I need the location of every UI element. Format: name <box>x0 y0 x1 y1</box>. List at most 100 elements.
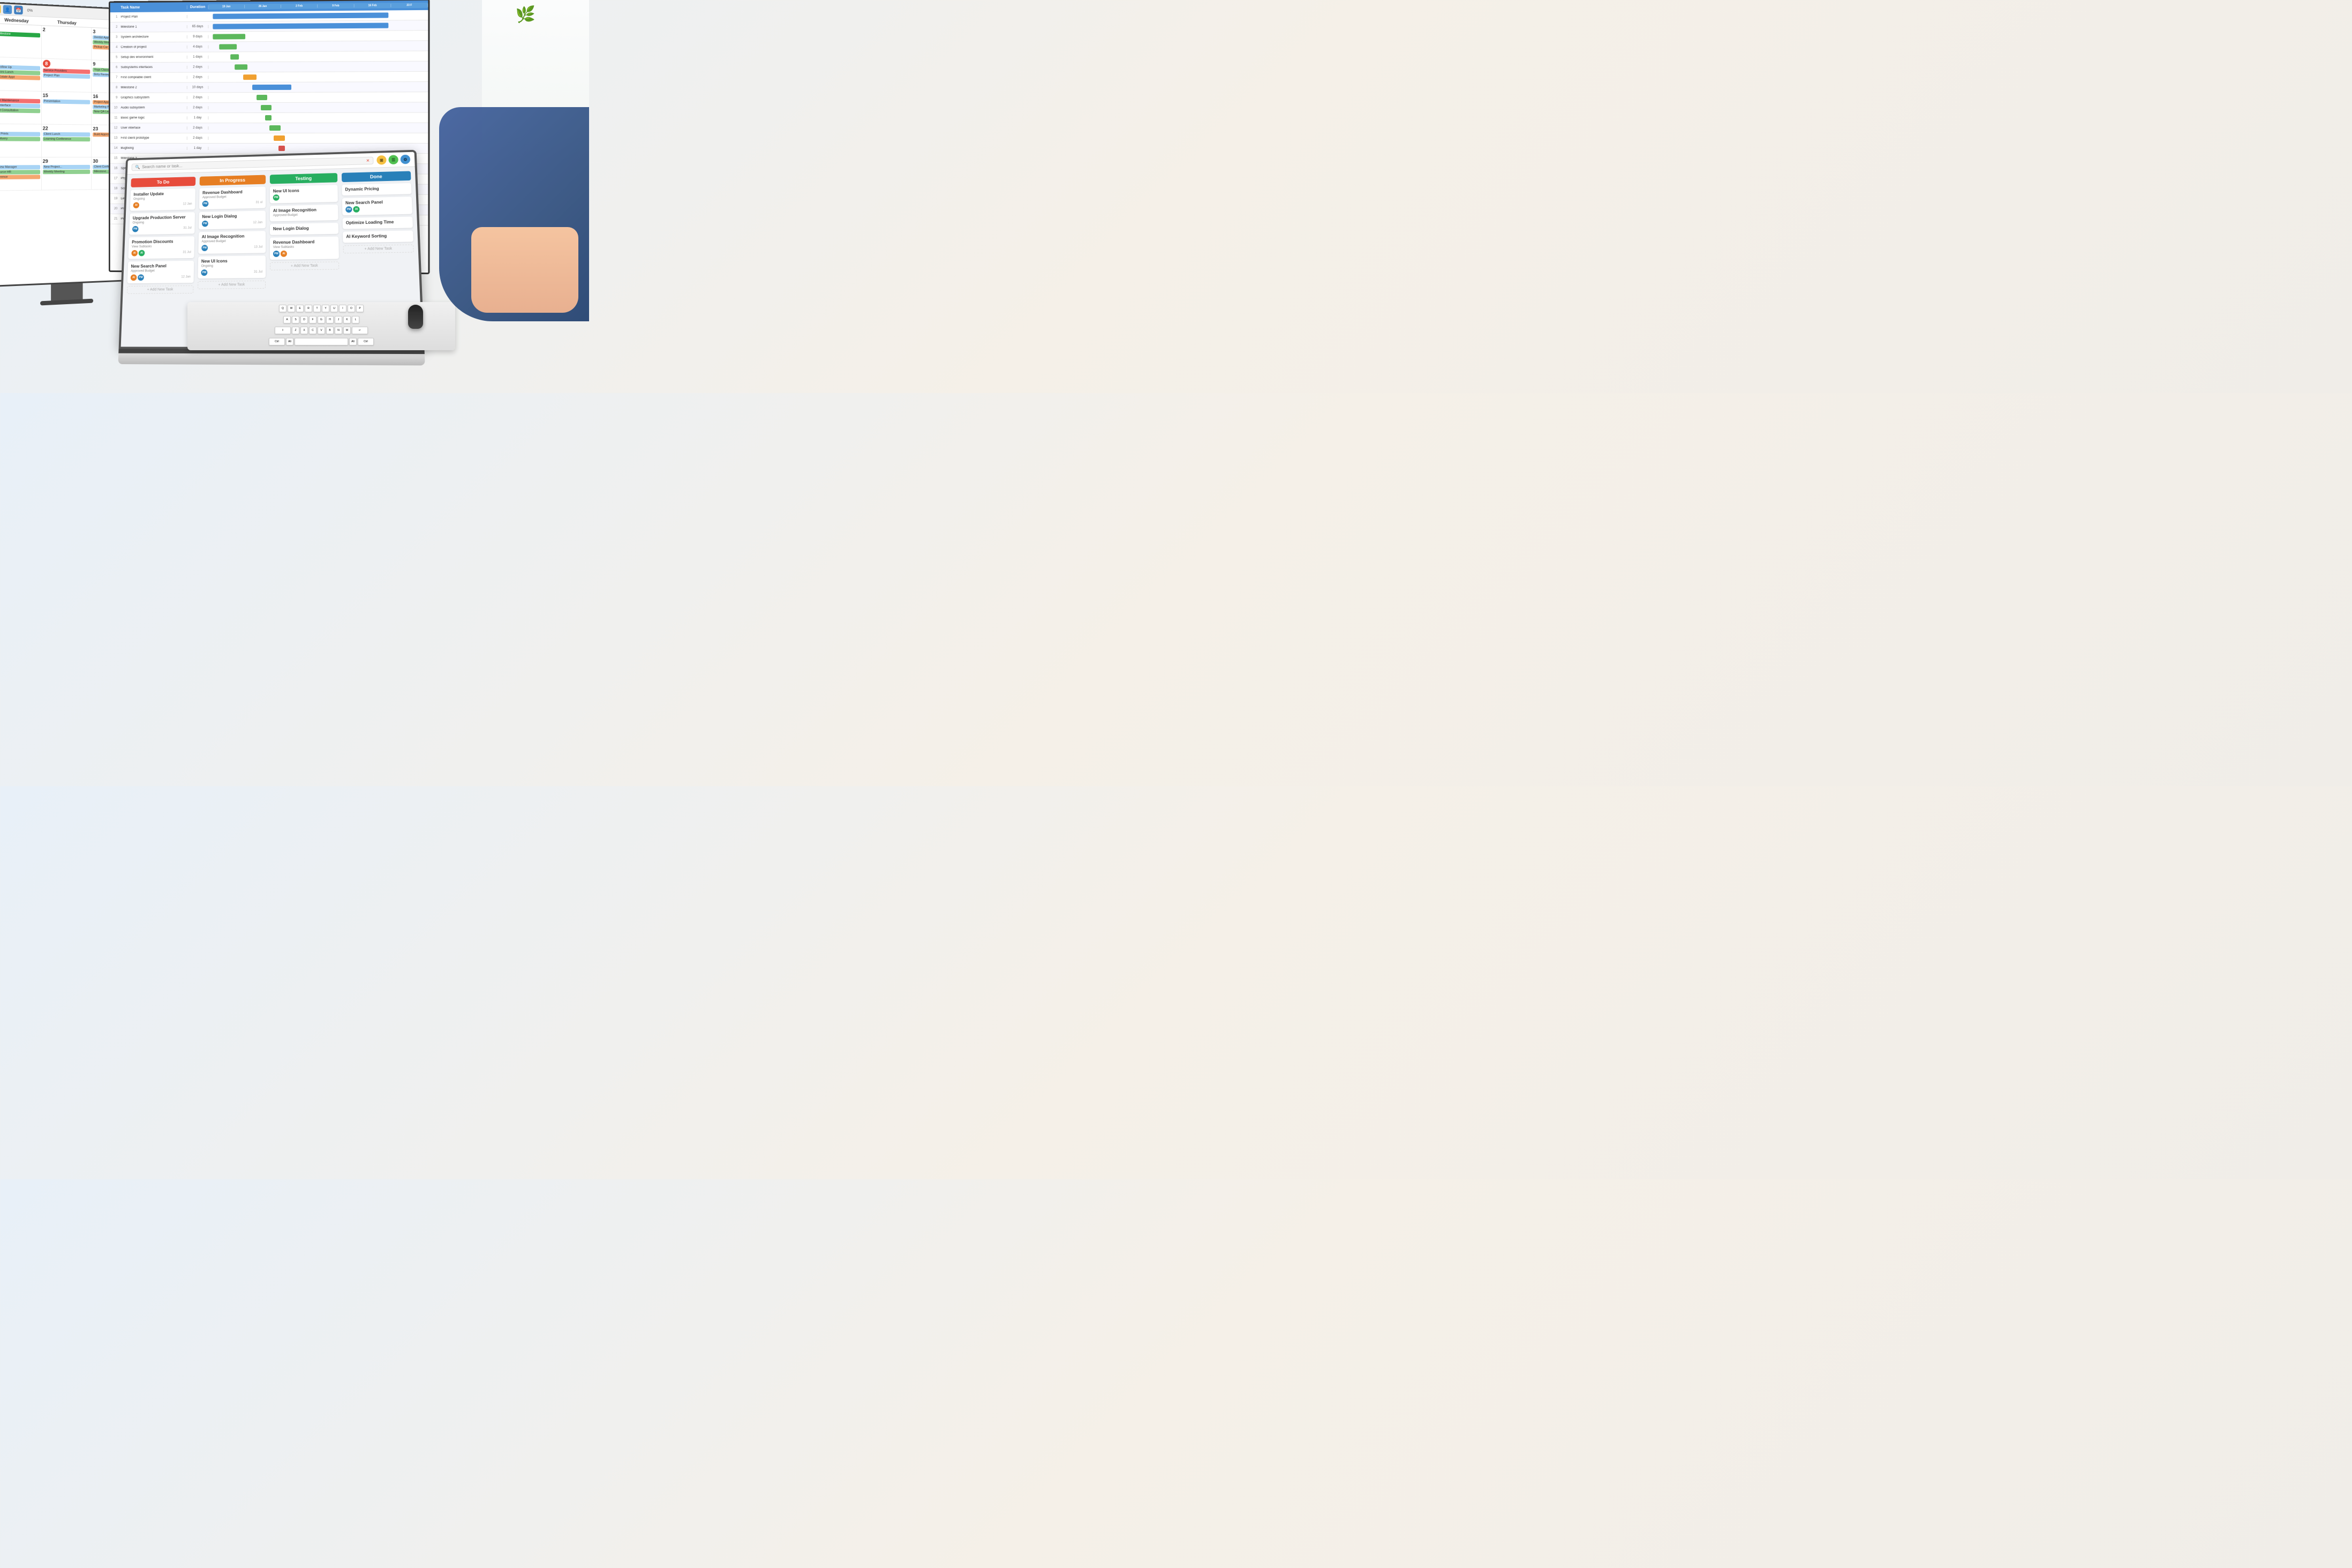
card-subtitle-ai-image-ip: Approved Budget <box>201 239 262 244</box>
cal-date-28: 28 <box>0 159 40 164</box>
key-c[interactable]: C <box>309 327 316 334</box>
avatar-pm3: PM <box>138 274 144 281</box>
avatar-pm-rev-test: PM <box>273 251 280 257</box>
add-task-testing[interactable]: + Add New Task <box>270 261 339 270</box>
key-ctrl[interactable]: Ctrl <box>269 338 285 345</box>
card-footer-promotion: AI AI 31 Jul <box>131 249 191 256</box>
gantt-row-num-3: 3 <box>110 36 119 39</box>
card-avatars-ui-ip: PM <box>201 269 207 276</box>
gantt-row-name-12: User interface <box>118 126 187 130</box>
computer-mouse[interactable] <box>408 305 423 329</box>
key-x[interactable]: X <box>300 327 308 334</box>
key-a[interactable]: A <box>283 316 291 323</box>
card-avatars-ai-ip: PM <box>201 245 208 251</box>
keyboard-row-4: Ctrl Alt Alt Ctrl <box>190 338 453 348</box>
key-l[interactable]: L <box>352 316 359 323</box>
add-task-done[interactable]: + Add New Task <box>343 244 414 253</box>
key-d[interactable]: D <box>300 316 308 323</box>
card-subtitle-upgrade: Ongoing <box>132 220 192 224</box>
card-date-installer: 12 Jan <box>183 202 192 206</box>
avatar-ai1: AI <box>131 250 138 257</box>
gantt-row-num-13: 13 <box>110 137 119 140</box>
cal-date-2: 2 <box>43 27 91 34</box>
cal-cell-8: 8 Service Providers Project Plan <box>42 59 92 92</box>
gantt-bar-14 <box>278 146 285 151</box>
card-subtitle-revenue: Approved Budget <box>202 195 262 199</box>
key-e[interactable]: E <box>296 305 304 312</box>
kanban-card-login-test: New Login Dialog <box>270 223 338 235</box>
cal-icon: 📅 <box>14 5 22 14</box>
card-avatars-revenue: PM <box>202 201 209 207</box>
key-q[interactable]: Q <box>279 305 287 312</box>
key-h[interactable]: H <box>326 316 334 323</box>
gantt-row-name-2: Milestone 1 <box>118 25 187 29</box>
key-y[interactable]: Y <box>322 305 329 312</box>
kanban-card-optimize: Optimize Loading Time <box>343 217 413 229</box>
gantt-row-chart-10 <box>208 102 428 112</box>
kanban-card-ai-keyword: AI Keyword Sorting <box>343 230 413 243</box>
card-title-search-done: New Search Panel <box>345 199 409 205</box>
cal-cell-1: 1 New Milestone <box>0 24 42 58</box>
cal-date-21: 21 <box>0 125 40 131</box>
key-b[interactable]: B <box>326 327 334 334</box>
key-o[interactable]: O <box>348 305 355 312</box>
card-footer-ui-icons-ip: PM 31 Jul <box>201 269 262 276</box>
key-g[interactable]: G <box>318 316 325 323</box>
gantt-row-num-1: 1 <box>110 16 119 19</box>
gantt-row-dur-5: 1 days <box>187 56 209 59</box>
gantt-row-chart-9 <box>208 92 428 102</box>
key-i[interactable]: I <box>339 305 346 312</box>
card-date-search: 12 Jan <box>181 275 191 278</box>
date-label-4: 9 Feb <box>318 4 354 8</box>
card-footer-search-done: PM AI <box>345 205 409 213</box>
key-u[interactable]: U <box>330 305 338 312</box>
kanban-card-login-dialog: New Login Dialog PM 12 Jan <box>199 210 266 229</box>
clock-icon: 🕐 <box>0 4 1 13</box>
key-enter[interactable]: ↵ <box>352 327 368 334</box>
key-w[interactable]: W <box>288 305 295 312</box>
key-alt[interactable]: Alt <box>286 338 293 345</box>
key-alt-r[interactable]: Alt <box>349 338 357 345</box>
key-v[interactable]: V <box>318 327 325 334</box>
gantt-task-row-11: 11Basic game logic1 day <box>110 112 428 123</box>
avatar-pm-test: PM <box>273 194 280 201</box>
key-k[interactable]: K <box>343 316 351 323</box>
key-ctrl-r[interactable]: Ctrl <box>358 338 374 345</box>
gantt-chart-area-header: 19 Jan 26 Jan 2 Feb 9 Feb 16 Feb 23 F <box>208 3 428 10</box>
key-j[interactable]: J <box>335 316 342 323</box>
cal-cell-29: 29 New Project... Weekly Meeting <box>42 157 92 190</box>
key-n[interactable]: N <box>335 327 342 334</box>
key-m[interactable]: M <box>343 327 351 334</box>
card-title-optimize: Optimize Loading Time <box>346 220 410 225</box>
toolbar-icon-2[interactable]: ☰ <box>388 155 398 164</box>
card-date-upgrade: 31 Jul <box>183 227 192 230</box>
avatar-ai-rev-test: AI <box>281 251 287 257</box>
gantt-row-chart-13 <box>208 133 428 143</box>
key-r[interactable]: R <box>305 305 312 312</box>
gantt-row-num-7: 7 <box>110 76 119 79</box>
kanban-toolbar-icons: ⊞ ☰ ⚙ <box>376 155 410 165</box>
cal-event-order-prints: Order Prints <box>0 132 40 137</box>
key-f[interactable]: F <box>309 316 316 323</box>
close-icon[interactable]: ✕ <box>366 158 370 163</box>
add-task-inprogress[interactable]: + Add New Task <box>198 281 266 289</box>
add-task-todo[interactable]: + Add New Task <box>127 285 193 294</box>
key-p[interactable]: P <box>356 305 364 312</box>
toolbar-icon-3[interactable]: ⚙ <box>400 155 410 164</box>
key-s[interactable]: S <box>292 316 299 323</box>
key-z[interactable]: Z <box>292 327 299 334</box>
gantt-task-row-8: 8Milestone 210 days <box>110 82 428 93</box>
avatar-pm-ui: PM <box>201 269 207 276</box>
gantt-row-name-14: Bugfixing <box>118 147 187 150</box>
card-footer-ui-icons-test: PM <box>273 193 335 201</box>
toolbar-icon-1[interactable]: ⊞ <box>376 155 387 165</box>
kanban-card-ai-image-test: AI Image Recognition Approved Budget <box>270 205 338 222</box>
gantt-row-name-9: Graphics subsystem <box>118 96 187 99</box>
key-shift[interactable]: ⇧ <box>275 327 291 334</box>
key-space[interactable] <box>295 338 348 345</box>
key-t[interactable]: T <box>313 305 321 312</box>
cal-event-new-project: New Project... <box>43 165 91 169</box>
gantt-row-num-14: 14 <box>110 147 119 150</box>
cal-event-learning: Learning Conference <box>43 137 91 141</box>
person-hand <box>471 227 578 313</box>
